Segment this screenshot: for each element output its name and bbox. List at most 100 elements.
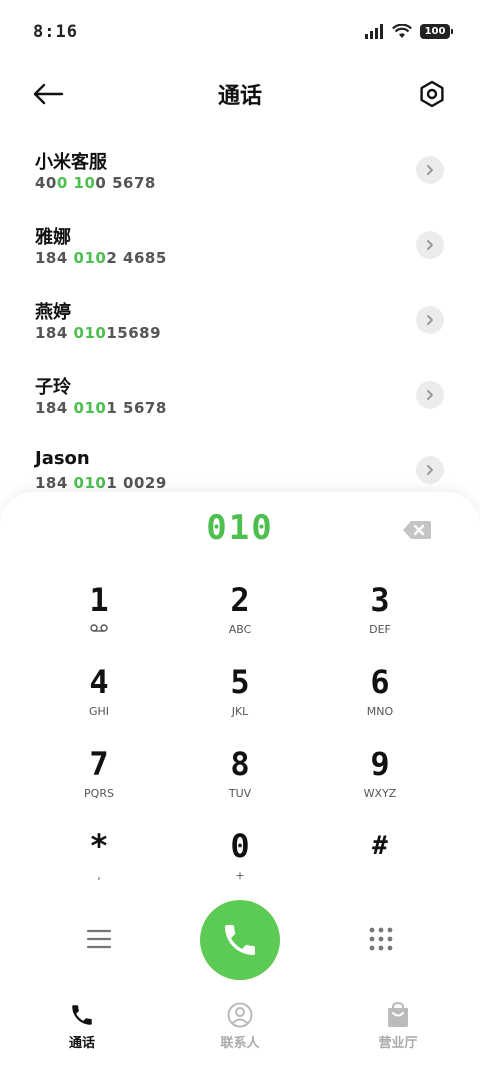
wifi-icon <box>392 24 412 38</box>
shopping-bag-icon <box>388 1002 408 1027</box>
contact-number: 400 100 5678 <box>35 174 156 192</box>
key-8[interactable]: 8 TUV <box>185 744 295 814</box>
contact-detail-button[interactable] <box>416 306 444 334</box>
number-part: 0 5678 <box>95 174 156 192</box>
key-star[interactable]: * , <box>44 826 154 896</box>
number-part: 15689 <box>106 324 162 342</box>
status-icons: 100 <box>364 24 453 39</box>
backspace-button[interactable] <box>402 520 432 540</box>
settings-hexagon-icon <box>420 80 444 108</box>
contact-item[interactable]: 子玲 184 0101 5678 <box>0 365 480 440</box>
menu-button[interactable] <box>86 928 112 950</box>
phone-icon <box>72 1005 92 1025</box>
contact-detail-button[interactable] <box>416 156 444 184</box>
key-digit: 5 <box>230 663 250 701</box>
contact-detail-button[interactable] <box>416 381 444 409</box>
battery-icon: 100 <box>420 24 453 39</box>
person-icon <box>227 1002 253 1028</box>
contact-name: 小米客服 <box>35 152 107 173</box>
contact-item[interactable]: 小米客服 400 100 5678 <box>0 140 480 215</box>
key-digit: 7 <box>89 745 109 783</box>
dialer-panel: 010 1 2 ABC 3 DEF 4 GHI 5 JKL 6 MNO 7 PQ… <box>0 492 480 1067</box>
number-part: 1 5678 <box>106 399 167 417</box>
call-button[interactable] <box>200 900 280 980</box>
contact-name: 燕婷 <box>35 302 71 323</box>
key-4[interactable]: 4 GHI <box>44 662 154 732</box>
chevron-right-icon <box>427 240 433 250</box>
key-1[interactable]: 1 <box>44 580 154 650</box>
key-letters: TUV <box>228 787 252 800</box>
key-5[interactable]: 5 JKL <box>185 662 295 732</box>
key-digit: 6 <box>370 663 390 701</box>
keypad-grid-icon <box>369 927 393 951</box>
hamburger-menu-icon <box>86 929 112 949</box>
battery-level: 100 <box>424 26 446 37</box>
key-6[interactable]: 6 MNO <box>325 662 435 732</box>
number-match: 010 <box>73 324 107 342</box>
chevron-right-icon <box>427 465 433 475</box>
contact-number: 184 0101 0029 <box>35 474 167 492</box>
number-match: 0 10 <box>56 174 96 192</box>
contact-name: 子玲 <box>35 377 71 398</box>
cellular-signal-icon <box>365 24 383 39</box>
number-match: 010 <box>73 474 107 492</box>
chevron-right-icon <box>427 165 433 175</box>
chevron-right-icon <box>427 315 433 325</box>
key-9[interactable]: 9 WXYZ <box>325 744 435 814</box>
contact-detail-button[interactable] <box>416 456 444 484</box>
contact-number: 184 0102 4685 <box>35 249 167 267</box>
contact-number: 184 01015689 <box>35 324 161 342</box>
number-part: 2 4685 <box>106 249 167 267</box>
phone-icon <box>225 925 255 955</box>
key-digit: 1 <box>89 581 109 619</box>
key-digit: 8 <box>230 745 250 783</box>
backspace-icon <box>403 521 431 539</box>
number-part: 40 <box>35 174 57 192</box>
nav-label: 营业厅 <box>378 1036 418 1051</box>
page-title: 通话 <box>217 84 262 109</box>
number-part: 184 <box>35 474 74 492</box>
contact-name: 雅娜 <box>35 227 71 248</box>
key-digit: 2 <box>230 581 250 619</box>
contact-item[interactable]: 燕婷 184 01015689 <box>0 290 480 365</box>
key-digit: 0 <box>230 827 250 865</box>
header: 通话 <box>0 66 480 122</box>
key-letters: WXYZ <box>363 787 397 800</box>
key-digit: # <box>372 831 388 861</box>
contact-name: Jason <box>35 448 90 469</box>
status-time: 8:16 <box>33 22 78 42</box>
key-letters: + <box>235 869 245 882</box>
number-part: 1 0029 <box>106 474 167 492</box>
nav-label: 联系人 <box>220 1036 260 1051</box>
dialer-actions <box>0 898 480 982</box>
key-2[interactable]: 2 ABC <box>185 580 295 650</box>
number-match: 010 <box>73 249 107 267</box>
key-letters: GHI <box>88 705 110 718</box>
number-match: 010 <box>73 399 107 417</box>
key-0[interactable]: 0 + <box>185 826 295 896</box>
key-digit: 4 <box>89 663 109 701</box>
number-part: 184 <box>35 399 74 417</box>
key-letters: ABC <box>228 623 252 636</box>
nav-business-hall[interactable]: 营业厅 <box>348 1002 448 1051</box>
key-letters: DEF <box>369 623 391 636</box>
key-7[interactable]: 7 PQRS <box>44 744 154 814</box>
key-letters: PQRS <box>84 787 114 800</box>
key-letters: , <box>97 869 101 882</box>
key-3[interactable]: 3 DEF <box>325 580 435 650</box>
keypad-toggle-button[interactable] <box>368 926 394 952</box>
nav-calls[interactable]: 通话 <box>32 1002 132 1051</box>
key-hash[interactable]: # <box>325 826 435 896</box>
settings-button[interactable] <box>414 76 450 112</box>
chevron-right-icon <box>427 390 433 400</box>
bottom-nav: 通话 联系人 营业厅 <box>0 992 480 1067</box>
nav-contacts[interactable]: 联系人 <box>190 1002 290 1051</box>
key-letters: JKL <box>231 705 249 718</box>
nav-label: 通话 <box>68 1036 95 1051</box>
contact-item[interactable]: 雅娜 184 0102 4685 <box>0 215 480 290</box>
key-letters: MNO <box>366 705 394 718</box>
contact-list: 小米客服 400 100 5678 雅娜 184 0102 4685 燕婷 18… <box>0 140 480 515</box>
status-bar: 8:16 100 <box>0 0 480 66</box>
key-digit: 3 <box>370 581 390 619</box>
contact-detail-button[interactable] <box>416 231 444 259</box>
